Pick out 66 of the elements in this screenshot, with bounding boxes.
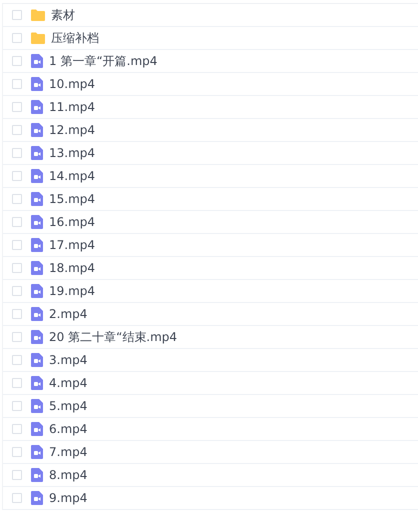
file-name[interactable]: 2.mp4: [49, 307, 88, 321]
checkbox[interactable]: [12, 79, 22, 89]
checkbox[interactable]: [12, 125, 22, 135]
checkbox[interactable]: [12, 286, 22, 296]
video-file-icon: [31, 77, 43, 91]
checkbox[interactable]: [12, 447, 22, 457]
file-name[interactable]: 10.mp4: [49, 77, 96, 91]
video-file-icon: [31, 238, 43, 252]
file-name[interactable]: 压缩补档: [51, 30, 99, 46]
checkbox[interactable]: [12, 240, 22, 250]
checkbox[interactable]: [12, 378, 22, 388]
video-file-icon: [31, 491, 43, 505]
file-name[interactable]: 1 第一章“开篇.mp4: [49, 52, 158, 70]
file-name[interactable]: 15.mp4: [49, 192, 96, 206]
checkbox[interactable]: [12, 56, 22, 66]
checkbox[interactable]: [12, 332, 22, 342]
file-name[interactable]: 17.mp4: [49, 238, 96, 252]
video-file-icon: [31, 123, 43, 137]
file-name[interactable]: 14.mp4: [49, 169, 96, 183]
checkbox[interactable]: [12, 102, 22, 112]
checkbox[interactable]: [12, 424, 22, 434]
folder-icon: [31, 32, 45, 44]
video-file-icon: [31, 100, 43, 114]
file-name[interactable]: 13.mp4: [49, 146, 96, 160]
video-file-icon: [31, 353, 43, 367]
checkbox[interactable]: [12, 470, 22, 480]
checkbox[interactable]: [12, 171, 22, 181]
file-name[interactable]: 16.mp4: [49, 215, 96, 229]
video-file-icon: [31, 54, 43, 68]
checkbox[interactable]: [12, 148, 22, 158]
video-file-icon: [31, 261, 43, 275]
checkbox[interactable]: [12, 217, 22, 227]
video-file-icon: [31, 330, 43, 344]
video-file-icon: [31, 307, 43, 321]
video-file-icon: [31, 445, 43, 459]
checkbox[interactable]: [12, 33, 22, 43]
checkbox[interactable]: [12, 194, 22, 204]
file-name[interactable]: 3.mp4: [49, 353, 88, 367]
file-name[interactable]: 素材: [51, 6, 75, 24]
video-file-icon: [31, 376, 43, 390]
file-name[interactable]: 12.mp4: [49, 123, 96, 137]
file-name[interactable]: 20 第二十章“结束.mp4: [49, 328, 178, 346]
video-file-icon: [31, 284, 43, 298]
video-file-icon: [31, 192, 43, 206]
file-name[interactable]: 9.mp4: [49, 491, 88, 505]
video-file-icon: [31, 146, 43, 160]
file-name[interactable]: 4.mp4: [49, 376, 88, 390]
checkbox[interactable]: [12, 10, 22, 20]
video-file-icon: [31, 468, 43, 482]
checkbox[interactable]: [12, 263, 22, 273]
file-name[interactable]: 6.mp4: [49, 422, 88, 436]
video-file-icon: [31, 169, 43, 183]
video-file-icon: [31, 399, 43, 413]
video-file-icon: [31, 215, 43, 229]
file-name[interactable]: 18.mp4: [49, 261, 96, 275]
checkbox[interactable]: [12, 493, 22, 503]
file-name[interactable]: 11.mp4: [49, 100, 96, 114]
file-name[interactable]: 8.mp4: [49, 468, 88, 482]
checkbox[interactable]: [12, 309, 22, 319]
checkbox[interactable]: [12, 355, 22, 365]
file-name[interactable]: 7.mp4: [49, 445, 88, 459]
checkbox[interactable]: [12, 401, 22, 411]
folder-icon: [31, 9, 45, 21]
video-file-icon: [31, 422, 43, 436]
file-name[interactable]: 19.mp4: [49, 284, 96, 298]
file-name[interactable]: 5.mp4: [49, 399, 88, 413]
